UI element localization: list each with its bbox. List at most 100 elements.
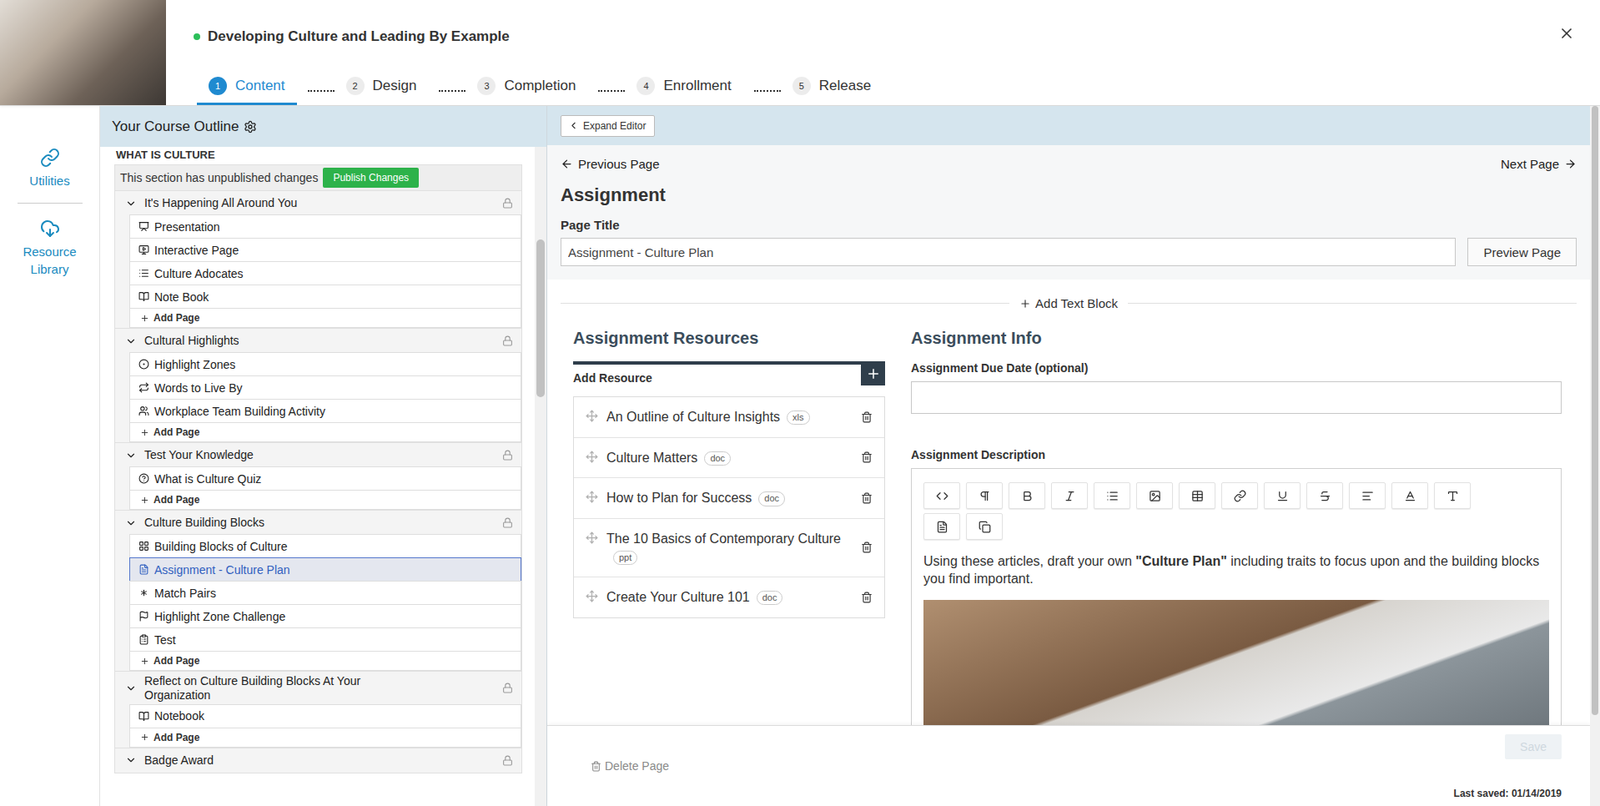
step-tab[interactable]: 5Release: [780, 68, 883, 106]
resource-item[interactable]: The 10 Basics of Contemporary Cultureppt: [573, 518, 885, 577]
page-title: Workplace Team Building Activity: [154, 404, 326, 418]
close-button[interactable]: [1558, 0, 1600, 106]
outline-header: Your Course Outline: [100, 105, 547, 147]
drag-handle[interactable]: [585, 588, 599, 603]
page-row[interactable]: Test: [129, 627, 522, 652]
notebook-icon: [138, 710, 150, 722]
step-tab[interactable]: 1Content: [196, 68, 297, 106]
add-text-block-button[interactable]: Add Text Block: [1019, 296, 1118, 311]
page-row[interactable]: Highlight Zones: [129, 352, 522, 377]
page-row[interactable]: Match Pairs: [129, 580, 522, 605]
list-icon: [138, 267, 150, 279]
step-tab[interactable]: 4Enrollment: [624, 68, 743, 106]
copy-button[interactable]: [966, 513, 1003, 540]
delete-resource-button[interactable]: [860, 411, 873, 423]
module-header[interactable]: Culture Building Blocks: [115, 510, 522, 535]
description-text[interactable]: Using these articles, draft your own "Cu…: [923, 553, 1550, 589]
add-page-button[interactable]: Add Page: [129, 727, 522, 748]
strikethrough-button[interactable]: [1306, 482, 1344, 509]
delete-page-button[interactable]: Delete Page: [590, 759, 670, 773]
image-button[interactable]: [1136, 482, 1173, 509]
previous-page-link[interactable]: Previous Page: [560, 156, 660, 172]
body: Utilities Resource Library Your Course Out…: [0, 105, 1600, 806]
align-button[interactable]: [1348, 482, 1386, 509]
font-size-button[interactable]: [1433, 482, 1471, 509]
text-color-button[interactable]: [1391, 482, 1429, 509]
resource-item[interactable]: Culture Mattersdoc: [573, 437, 885, 478]
page-row[interactable]: Note Book: [129, 284, 522, 309]
rail-item[interactable]: Utilities: [0, 147, 100, 200]
page-row[interactable]: Interactive Page: [129, 237, 522, 262]
delete-resource-button[interactable]: [860, 451, 873, 463]
resources-column: Assignment ResourcesAdd ResourceAn Outli…: [573, 328, 886, 725]
module-header[interactable]: Cultural Highlights: [115, 328, 522, 353]
module-header[interactable]: Reflect on Culture Building Blocks At Yo…: [115, 671, 522, 705]
editor-scrollbar[interactable]: [1589, 105, 1600, 806]
chevron-icon: [125, 335, 137, 348]
preview-page-button[interactable]: Preview Page: [1467, 237, 1577, 267]
due-date-input[interactable]: [910, 381, 1562, 414]
add-page-label: Add Page: [153, 654, 200, 667]
module-header[interactable]: It's Happening All Around You: [115, 191, 522, 216]
save-button[interactable]: Save: [1504, 734, 1562, 760]
page-row[interactable]: What is Culture Quiz: [129, 466, 522, 491]
scroll-thumb[interactable]: [1591, 105, 1599, 715]
module: Cultural HighlightsHighlight ZonesWords …: [114, 328, 523, 443]
drag-handle[interactable]: [585, 488, 599, 504]
next-page-link[interactable]: Next Page: [1500, 156, 1577, 172]
expand-editor-button[interactable]: Expand Editor: [560, 115, 655, 137]
resource-item[interactable]: An Outline of Culture Insightsxls: [573, 397, 885, 438]
add-page-button[interactable]: Add Page: [129, 422, 522, 443]
add-page-button[interactable]: Add Page: [129, 489, 522, 510]
resource-item[interactable]: How to Plan for Successdoc: [573, 477, 885, 519]
add-page-button[interactable]: Add Page: [129, 307, 522, 328]
drag-handle[interactable]: [585, 448, 599, 463]
page-row[interactable]: Assignment - Culture Plan: [129, 557, 522, 582]
description-editor[interactable]: Using these articles, draft your own "Cu…: [910, 467, 1562, 725]
delete-resource-button[interactable]: [860, 541, 873, 554]
outline-scrollbar[interactable]: [534, 146, 547, 806]
gear-icon[interactable]: [243, 120, 257, 134]
module-header[interactable]: Test Your Knowledge: [115, 442, 522, 468]
add-page-button[interactable]: Add Page: [129, 650, 522, 671]
page-row[interactable]: Building Blocks of Culture: [129, 533, 522, 559]
page-row[interactable]: Highlight Zone Challenge: [129, 603, 522, 629]
page-editor: Expand Editor Previous Page Next Page Assig…: [547, 105, 1600, 806]
resource-item[interactable]: Create Your Culture 101doc: [573, 576, 885, 618]
module-header[interactable]: Badge Award: [115, 748, 522, 773]
page-row[interactable]: Notebook: [129, 704, 522, 729]
italic-button[interactable]: [1051, 482, 1088, 509]
delete-resource-button[interactable]: [860, 492, 873, 504]
page-row[interactable]: Culture Adocates: [129, 261, 522, 286]
step-separator: [307, 90, 335, 92]
link-button[interactable]: [1221, 482, 1258, 509]
code-button[interactable]: [923, 482, 961, 509]
list-button[interactable]: [1093, 482, 1131, 509]
page-row[interactable]: Presentation: [129, 214, 522, 239]
bold-button[interactable]: [1008, 482, 1046, 509]
underline-button[interactable]: [1263, 482, 1301, 509]
publish-button[interactable]: Publish Changes: [322, 167, 419, 188]
drag-handle[interactable]: [585, 407, 599, 423]
page-row[interactable]: Words to Live By: [129, 375, 522, 400]
delete-resource-button[interactable]: [860, 591, 873, 604]
format-button[interactable]: [923, 513, 961, 540]
scroll-thumb[interactable]: [536, 239, 545, 398]
strikethrough-icon: [1318, 489, 1332, 503]
add-resource-button[interactable]: [860, 361, 886, 386]
last-saved: Last saved: 01/14/2019: [1454, 787, 1562, 800]
info-title: Assignment Info: [910, 328, 1562, 348]
trash-icon: [860, 411, 873, 423]
rail-item[interactable]: Resource Library: [0, 218, 100, 288]
chevron-icon: [125, 517, 137, 529]
table-button[interactable]: [1178, 482, 1216, 509]
paragraph-button[interactable]: [966, 482, 1003, 509]
drag-handle[interactable]: [585, 529, 599, 544]
step-tab[interactable]: 3Completion: [465, 68, 588, 106]
page-title-input[interactable]: [560, 237, 1456, 267]
page-row[interactable]: Workplace Team Building Activity: [129, 398, 522, 423]
step-tab[interactable]: 2Design: [334, 68, 429, 106]
chevron-icon: [125, 197, 137, 210]
add-text-block-label: Add Text Block: [1035, 296, 1118, 311]
delete-label: Delete Page: [604, 759, 670, 773]
